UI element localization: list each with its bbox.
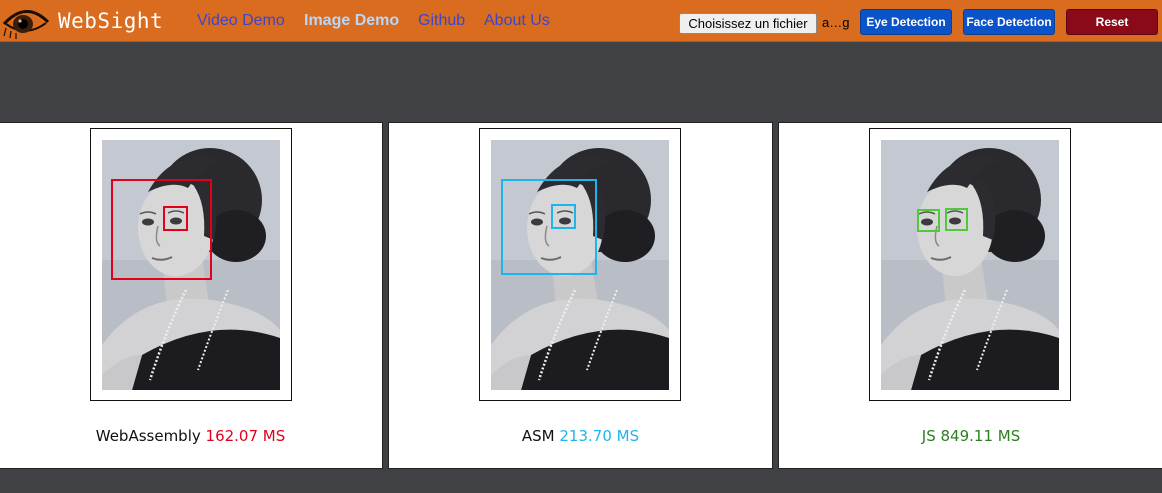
nav-image-demo[interactable]: Image Demo bbox=[304, 12, 399, 30]
top-navbar: WebSight Video Demo Image Demo Github Ab… bbox=[0, 0, 1162, 42]
eye-detection-box bbox=[163, 206, 188, 231]
reset-button[interactable]: Reset bbox=[1066, 9, 1158, 35]
right-eye-detection-box bbox=[945, 208, 968, 231]
result-card-asm: ASM 213.70 MS bbox=[388, 122, 773, 469]
portrait-image bbox=[881, 140, 1059, 390]
nav-about-us[interactable]: About Us bbox=[484, 12, 550, 30]
face-detection-box bbox=[501, 179, 597, 275]
face-detection-button[interactable]: Face Detection bbox=[963, 9, 1055, 35]
brand-title[interactable]: WebSight bbox=[58, 9, 163, 33]
eye-detection-box bbox=[551, 204, 576, 229]
left-eye-detection-box bbox=[917, 209, 940, 232]
engine-label: ASM bbox=[521, 427, 555, 445]
face-detection-box bbox=[111, 179, 212, 280]
timing-caption: JS 849.11 MS bbox=[779, 427, 1162, 445]
timing-caption: WebAssembly 162.07 MS bbox=[0, 427, 382, 445]
engine-label: JS bbox=[921, 427, 936, 445]
result-card-js: JS 849.11 MS bbox=[778, 122, 1162, 469]
nav-github[interactable]: Github bbox=[418, 12, 465, 30]
timing-value: 213.70 MS bbox=[559, 427, 640, 445]
image-frame bbox=[869, 128, 1071, 401]
image-frame bbox=[479, 128, 681, 401]
image-frame bbox=[90, 128, 292, 401]
eye-detection-button[interactable]: Eye Detection bbox=[860, 9, 952, 35]
timing-value: 162.07 MS bbox=[205, 427, 286, 445]
selected-file-name: a…g bbox=[822, 15, 850, 30]
eye-icon bbox=[2, 10, 50, 39]
timing-caption: ASM 213.70 MS bbox=[389, 427, 772, 445]
engine-label: WebAssembly bbox=[95, 427, 201, 445]
choose-file-button[interactable]: Choisissez un fichier bbox=[679, 13, 817, 34]
result-card-webassembly: WebAssembly 162.07 MS bbox=[0, 122, 383, 469]
timing-value: 849.11 MS bbox=[940, 427, 1021, 445]
nav-video-demo[interactable]: Video Demo bbox=[197, 12, 285, 30]
